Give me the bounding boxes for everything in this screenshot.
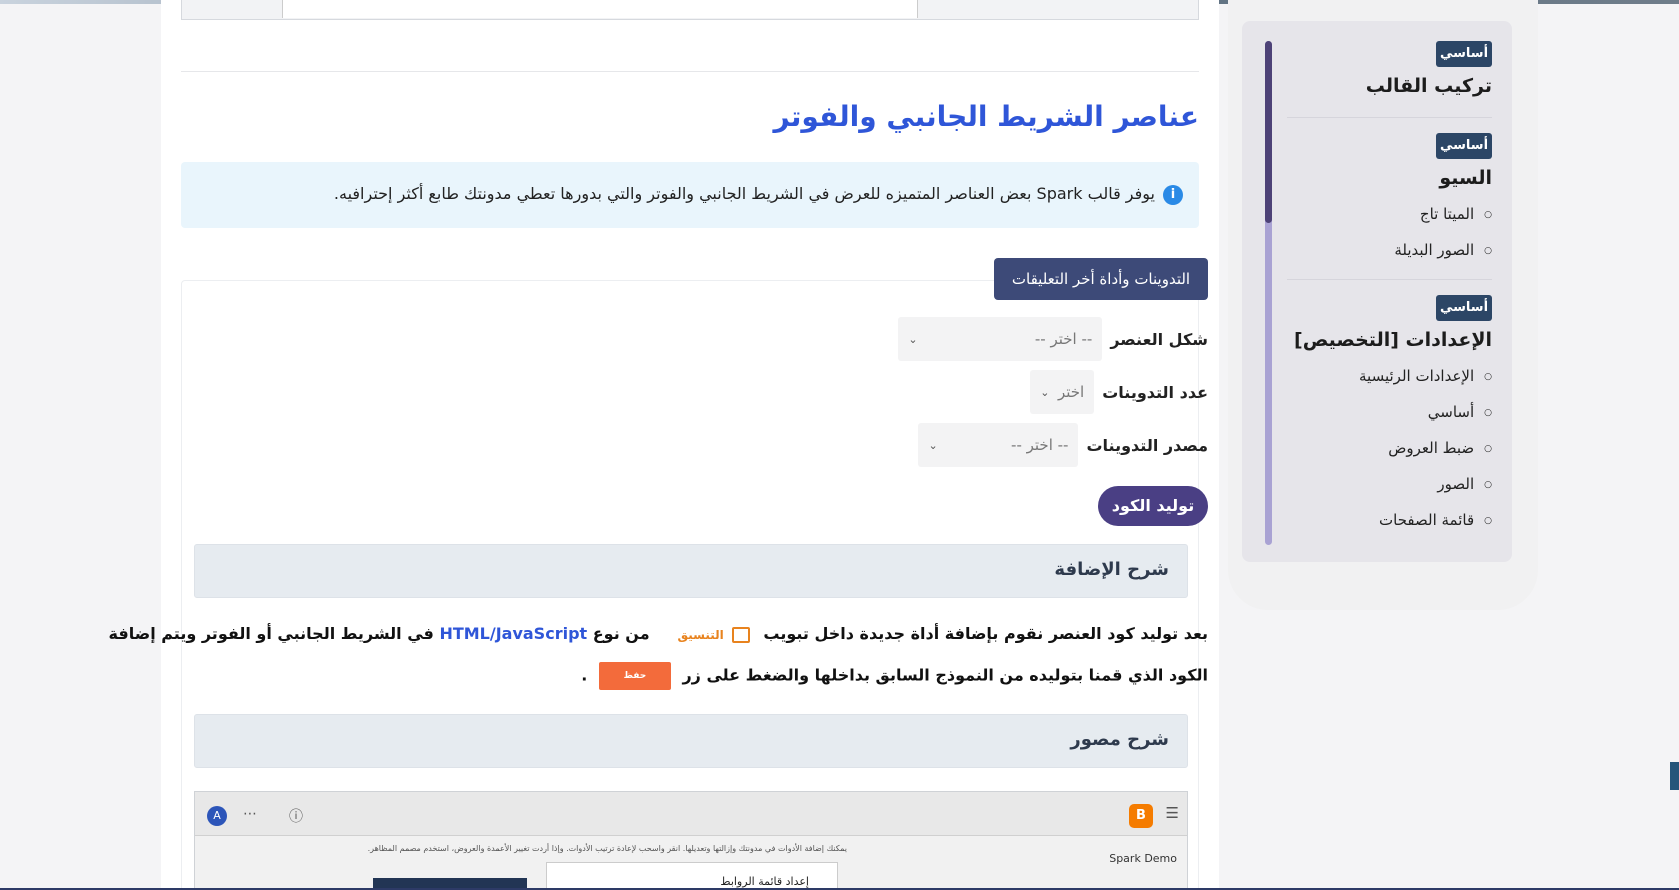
blog-name: Spark Demo (1109, 852, 1177, 865)
table-of-contents: أساسي تركيب القالب أساسي السيو الميتا تا… (1242, 21, 1512, 562)
avatar: A (207, 806, 227, 826)
save-button-image: حفظ (598, 662, 671, 690)
badge-basic: أساسي (1436, 133, 1492, 159)
toc-item-meta-tag[interactable]: الميتا تاج (1420, 205, 1492, 223)
section-divider (181, 71, 1199, 72)
chevron-down-icon: ⌄ (908, 332, 918, 346)
toc-item-alt-images[interactable]: الصور البديلة (1394, 241, 1492, 259)
explain-header: شرح الإضافة (194, 544, 1188, 598)
visual-header-title: شرح مصور (1070, 729, 1169, 750)
toc-item-images[interactable]: الصور (1437, 475, 1492, 493)
previous-screenshot-inner (282, 0, 918, 18)
html-js-link[interactable]: HTML/JavaScript (439, 624, 587, 643)
source-label: مصدر التدوينات (1086, 435, 1208, 455)
toc-item-main-settings[interactable]: الإعدادات الرئيسية (1359, 367, 1492, 385)
popup-title: إعداد قائمة الروابط (720, 875, 809, 888)
blogger-logo-icon: B (1129, 804, 1153, 828)
explain-text-c: في الشريط الجانبي أو الفوتر ويتم إضافة (108, 624, 434, 643)
toc-section-settings[interactable]: الإعدادات [التخصيص] (1294, 329, 1492, 351)
chevron-down-icon: ⌄ (1040, 385, 1050, 399)
blogger-screenshot: A ⋯ ⓘ B ☰ يمكنك إضافة الأدوات في مدونتك … (194, 791, 1188, 890)
shape-label: شكل العنصر (1110, 329, 1208, 349)
back-to-top-tab[interactable] (1670, 762, 1679, 790)
shape-select[interactable]: -- اختر -- ⌄ (898, 317, 1103, 361)
source-row: مصدر التدوينات -- اختر -- ⌄ (918, 423, 1208, 467)
info-alert: i يوفر قالب Spark بعض العناصر المتميزه ل… (181, 162, 1199, 228)
toc-section-template[interactable]: تركيب القالب (1366, 75, 1492, 97)
toc-item-widths[interactable]: ضبط العروض (1388, 439, 1492, 457)
chevron-down-icon: ⌄ (928, 438, 938, 452)
source-select[interactable]: -- اختر -- ⌄ (918, 423, 1079, 467)
count-label: عدد التدوينات (1102, 382, 1208, 402)
menu-icon: ☰ (1165, 804, 1179, 822)
blogger-topbar: A ⋯ ⓘ B ☰ (195, 792, 1187, 836)
layout-note: يمكنك إضافة الأدوات في مدونتك وإزالتها و… (367, 844, 847, 853)
explain-line-2: الكود الذي قمنا بتوليده من النموذج الساب… (581, 662, 1208, 690)
help-icon: ⓘ (289, 809, 303, 825)
explain-text-d: الكود الذي قمنا بتوليده من النموذج الساب… (682, 665, 1208, 685)
count-select-value: اختر (1057, 383, 1085, 401)
scrollbar-thumb[interactable] (1265, 41, 1272, 223)
info-icon: i (1163, 185, 1183, 205)
toc-item-pages-menu[interactable]: قائمة الصفحات (1379, 511, 1492, 529)
article-column: عناصر الشريط الجانبي والفوتر i يوفر قالب… (109, 0, 1219, 890)
info-text: يوفر قالب Spark بعض العناصر المتميزه للع… (333, 184, 1155, 203)
explain-text-a: بعد توليد كود العنصر نقوم بإضافة أداة جد… (763, 624, 1208, 643)
shape-row: شكل العنصر -- اختر -- ⌄ (898, 317, 1208, 361)
previous-screenshot-edge (181, 0, 1199, 20)
explain-text-b: من نوع (592, 624, 650, 643)
toc-section-seo[interactable]: السيو (1439, 167, 1492, 189)
badge-basic: أساسي (1436, 295, 1492, 321)
layout-icon (731, 626, 750, 643)
apps-grid-icon: ⋯ (243, 806, 257, 822)
explain-header-title: شرح الإضافة (1054, 559, 1169, 580)
shape-select-value: -- اختر -- (1034, 330, 1093, 348)
count-select[interactable]: اختر ⌄ (1030, 370, 1095, 414)
toc-divider (1287, 117, 1492, 118)
visual-header: شرح مصور (194, 714, 1188, 768)
toc-divider (1287, 279, 1492, 280)
generate-code-button[interactable]: توليد الكود (1098, 486, 1208, 526)
layout-tab-label: التنسيق (677, 628, 724, 642)
explain-line-1: بعد توليد كود العنصر نقوم بإضافة أداة جد… (109, 624, 1208, 643)
section-heading: عناصر الشريط الجانبي والفوتر (773, 100, 1199, 133)
link-list-popup: إعداد قائمة الروابط (546, 862, 838, 890)
badge-basic: أساسي (1436, 41, 1492, 67)
explain-text-end: . (581, 665, 588, 685)
source-select-value: -- اختر -- (1011, 436, 1069, 454)
toc-item-basic[interactable]: أساسي (1428, 403, 1492, 421)
tab-posts-comments[interactable]: التدوينات وأداة أخر التعليقات (994, 258, 1208, 300)
count-row: عدد التدوينات اختر ⌄ (1030, 370, 1208, 414)
